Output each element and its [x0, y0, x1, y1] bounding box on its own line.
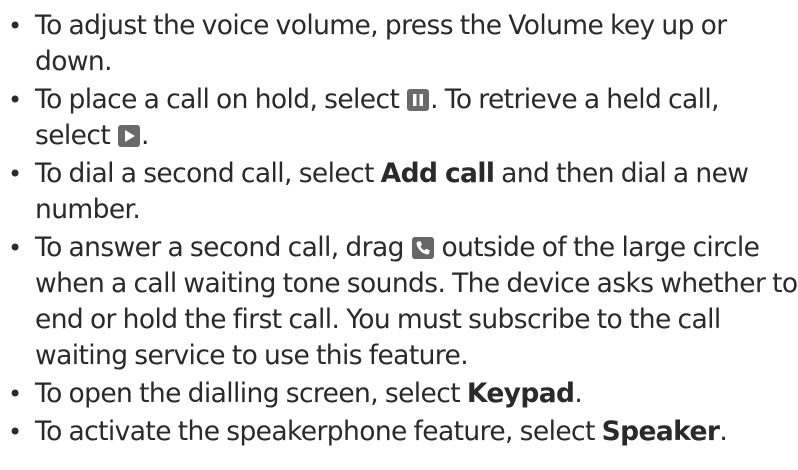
list-item-answer-second-call: • To answer a second call, drag outside … [8, 230, 798, 374]
item-text: To adjust the voice volume, press the Vo… [35, 10, 727, 77]
item-text: To dial a second call, select [35, 158, 381, 189]
item-text: To activate the speakerphone feature, se… [35, 416, 602, 447]
item-text: To open the dialling screen, select [35, 378, 467, 409]
list-item-dialling-screen: • To open the dialling screen, select Ke… [8, 376, 798, 412]
bullet: • [8, 86, 22, 114]
list-item-adjust-volume: • To adjust the voice volume, press the … [8, 8, 798, 80]
list-item-speakerphone: • To activate the speakerphone feature, … [8, 414, 798, 450]
instruction-list: • To adjust the voice volume, press the … [8, 8, 798, 450]
list-item-hold-call: • To place a call on hold, select . To r… [8, 82, 798, 154]
item-text: . [719, 416, 728, 447]
pause-icon [407, 89, 430, 111]
play-icon [117, 125, 140, 147]
phone-icon [411, 237, 434, 259]
bullet: • [8, 418, 22, 446]
bullet: • [8, 380, 22, 408]
add-call-label: Add call [380, 158, 495, 189]
manual-page: • To adjust the voice volume, press the … [0, 0, 798, 470]
bullet: • [8, 12, 22, 40]
bullet: • [8, 234, 22, 262]
item-text: To place a call on hold, select [35, 84, 407, 115]
item-text: . [140, 120, 149, 151]
bullet: • [8, 160, 22, 188]
speaker-label: Speaker [601, 416, 720, 447]
item-text: To answer a second call, drag [35, 232, 411, 263]
item-text: . [574, 378, 583, 409]
list-item-second-call: • To dial a second call, select Add call… [8, 156, 798, 228]
keypad-label: Keypad [466, 378, 575, 409]
